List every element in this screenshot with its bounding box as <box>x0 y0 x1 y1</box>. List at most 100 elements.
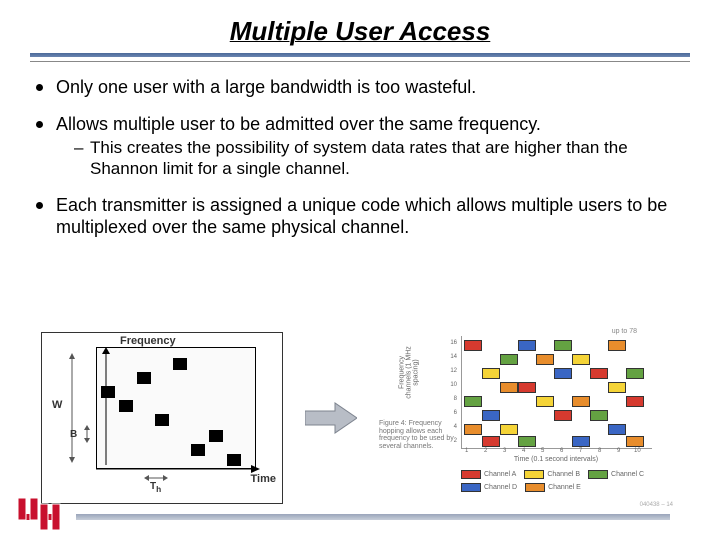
hop-point <box>155 414 169 426</box>
legend-item-e: Channel E <box>525 483 581 492</box>
legend-label: Channel C <box>611 471 644 478</box>
hop-cell <box>536 396 554 407</box>
right-grid <box>461 336 652 449</box>
hop-cell <box>482 410 500 421</box>
swatch-d <box>461 483 481 492</box>
subbullet-list-2: This creates the possibility of system d… <box>74 137 686 180</box>
bullet-2: Allows multiple user to be admitted over… <box>34 113 686 180</box>
hop-cell <box>554 368 572 379</box>
bullet-2-sub-1: This creates the possibility of system d… <box>74 137 686 180</box>
hop-cell <box>464 340 482 351</box>
hop-cell <box>518 340 536 351</box>
hop-cell <box>572 396 590 407</box>
hop-point <box>173 358 187 370</box>
footer-rule <box>76 514 670 520</box>
right-caption: Figure 4: Frequency hopping allows each … <box>379 420 457 451</box>
legend-item-c: Channel C <box>588 470 644 479</box>
xtick: 3 <box>503 448 506 454</box>
right-ylabel: Frequency channels (1 MHz spacing) <box>399 343 420 403</box>
hop-cell <box>572 436 590 447</box>
xtick: 10 <box>634 448 641 454</box>
right-legend: Channel A Channel B Channel C Channel D … <box>461 470 661 492</box>
swatch-e <box>525 483 545 492</box>
xtick: 9 <box>617 448 620 454</box>
x-axis-arrow-icon <box>96 463 260 475</box>
swatch-b <box>524 470 544 479</box>
hop-cell <box>608 340 626 351</box>
bullet-2-text: Allows multiple user to be admitted over… <box>56 114 541 134</box>
w-span-arrow-icon <box>66 353 78 463</box>
hop-cell <box>608 382 626 393</box>
bullet-2-sub-1-text: This creates the possibility of system d… <box>90 138 628 178</box>
figures-row: Frequency Time W <box>0 328 720 508</box>
left-ylabel: Frequency <box>120 335 176 347</box>
ytick: 12 <box>450 368 457 374</box>
left-xlabel: Time <box>251 473 276 485</box>
hop-cell <box>626 368 644 379</box>
bullet-list: Only one user with a large bandwidth is … <box>34 76 686 239</box>
left-w-label: W <box>52 399 62 411</box>
transition-arrow-icon <box>305 401 357 435</box>
y-axis-arrow-icon <box>100 347 112 469</box>
hop-cell <box>626 396 644 407</box>
legend-label: Channel B <box>547 471 580 478</box>
xtick: 6 <box>560 448 563 454</box>
figure-right: up to 78 Frequency channels (1 MHz spaci… <box>379 328 679 508</box>
xtick: 8 <box>598 448 601 454</box>
ytick: 8 <box>454 396 457 402</box>
hop-cell <box>590 410 608 421</box>
hop-cell <box>536 354 554 365</box>
hop-cell <box>518 382 536 393</box>
ytick: 10 <box>450 382 457 388</box>
hop-point <box>191 444 205 456</box>
th-span-arrow-icon <box>144 473 168 483</box>
swatch-c <box>588 470 608 479</box>
legend-label: Channel D <box>484 484 517 491</box>
swatch-a <box>461 470 481 479</box>
title-rule-thin <box>30 61 690 62</box>
uh-logo <box>14 494 62 534</box>
bullet-3-text: Each transmitter is assigned a unique co… <box>56 195 667 238</box>
hop-cell <box>500 424 518 435</box>
legend-item-a: Channel A <box>461 470 516 479</box>
hop-cell <box>590 368 608 379</box>
b-span-arrow-icon <box>82 425 92 443</box>
title-rule-thick <box>30 53 690 57</box>
hop-cell <box>500 354 518 365</box>
hop-cell <box>554 340 572 351</box>
figure-left: Frequency Time W <box>41 332 283 504</box>
hop-cell <box>554 410 572 421</box>
hop-cell <box>572 354 590 365</box>
legend-label: Channel E <box>548 484 581 491</box>
bullet-1-text: Only one user with a large bandwidth is … <box>56 77 476 97</box>
slide-title: Multiple User Access <box>0 0 720 53</box>
hop-cell <box>626 436 644 447</box>
hop-cell <box>464 396 482 407</box>
xtick: 2 <box>484 448 487 454</box>
legend-item-b: Channel B <box>524 470 580 479</box>
hop-point <box>137 372 151 384</box>
hop-cell <box>482 368 500 379</box>
slide: Multiple User Access Only one user with … <box>0 0 720 540</box>
legend-label: Channel A <box>484 471 516 478</box>
left-chart-box <box>96 347 256 469</box>
right-xlabel: Time (0.1 second intervals) <box>461 456 651 463</box>
bullet-1: Only one user with a large bandwidth is … <box>34 76 686 99</box>
right-corner-code: 040438 – 14 <box>640 502 673 508</box>
hop-cell <box>608 424 626 435</box>
xtick: 1 <box>465 448 468 454</box>
ytick: 14 <box>450 354 457 360</box>
legend-item-d: Channel D <box>461 483 517 492</box>
ytick: 6 <box>454 410 457 416</box>
xtick: 4 <box>522 448 525 454</box>
xtick: 5 <box>541 448 544 454</box>
ytick: 16 <box>450 340 457 346</box>
hop-cell <box>482 436 500 447</box>
hop-point <box>119 400 133 412</box>
hop-cell <box>464 424 482 435</box>
bullet-3: Each transmitter is assigned a unique co… <box>34 194 686 239</box>
hop-point <box>209 430 223 442</box>
hop-cell <box>500 382 518 393</box>
hop-cell <box>518 436 536 447</box>
left-b-label: B <box>70 429 77 440</box>
